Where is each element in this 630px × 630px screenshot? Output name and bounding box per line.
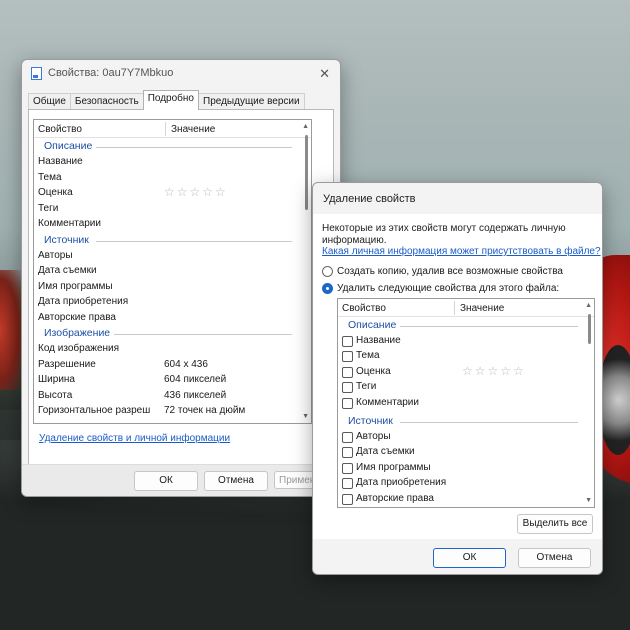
details-property-list[interactable]: Свойство Значение Описание Название Тема… <box>33 119 312 424</box>
tab-strip: Общие Безопасность Подробно Предыдущие в… <box>28 90 305 110</box>
list-item[interactable]: Комментарии <box>338 395 582 410</box>
column-separator[interactable] <box>454 301 455 315</box>
properties-footer: ОК Отмена Примен <box>22 464 340 496</box>
checkbox[interactable] <box>342 462 353 474</box>
list-item[interactable]: Дата съемки <box>338 444 582 459</box>
close-icon[interactable]: ✕ <box>319 66 330 82</box>
wallpaper-red-object <box>0 270 22 390</box>
scroll-down-icon[interactable]: ▼ <box>302 413 309 420</box>
ok-button[interactable]: ОК <box>134 471 198 491</box>
radio-remove-properties[interactable]: Удалить следующие свойства для этого фай… <box>322 283 559 294</box>
column-separator[interactable] <box>165 122 166 136</box>
list-item[interactable]: Высота 436 пикселей <box>34 388 297 404</box>
list-item[interactable]: Дата приобретения <box>34 294 297 310</box>
remove-property-list[interactable]: Свойство Значение Описание Название Тема… <box>337 298 595 508</box>
scroll-up-icon[interactable]: ▲ <box>302 123 309 130</box>
list-item[interactable]: Теги <box>34 201 297 217</box>
checkbox[interactable] <box>342 397 353 409</box>
list-item[interactable]: Авторы <box>338 429 582 444</box>
column-header-value[interactable]: Значение <box>171 124 215 135</box>
scrollbar-thumb[interactable] <box>588 314 591 344</box>
list-item[interactable]: Горизонтальное разреш 72 точек на дюйм <box>34 403 297 419</box>
list-item[interactable]: Название <box>34 154 297 170</box>
remove-dialog-body: Некоторые из этих свойств могут содержат… <box>313 214 602 539</box>
remove-dialog-footer: ОК Отмена <box>313 540 602 574</box>
list-header: Свойство Значение <box>34 120 311 138</box>
group-header: Описание <box>34 138 297 154</box>
list-header: Свойство Значение <box>338 299 594 317</box>
checkbox[interactable] <box>342 447 353 459</box>
rating-stars: ☆☆☆☆☆ <box>462 363 526 378</box>
scroll-down-icon[interactable]: ▼ <box>585 497 592 504</box>
list-item[interactable]: Код изображения <box>34 341 297 357</box>
properties-titlebar: Свойства: 0au7Y7Mbkuo <box>22 60 340 86</box>
remove-dialog-titlebar: Удаление свойств <box>313 183 602 214</box>
list-item[interactable]: Оценка ☆☆☆☆☆ <box>34 185 297 201</box>
list-item[interactable]: Тема <box>338 348 582 363</box>
list-item[interactable]: Разрешение 604 x 436 <box>34 357 297 373</box>
radio-button-icon[interactable] <box>322 266 333 277</box>
rating-stars[interactable]: ☆☆☆☆☆ <box>164 185 228 201</box>
group-header: Описание <box>338 317 582 333</box>
list-item[interactable]: Комментарии <box>34 216 297 232</box>
remove-dialog-title: Удаление свойств <box>323 192 416 205</box>
checkbox[interactable] <box>342 336 353 347</box>
checkbox[interactable] <box>342 366 353 378</box>
tab-security[interactable]: Безопасность <box>69 93 144 110</box>
cancel-button[interactable]: Отмена <box>518 548 591 568</box>
remove-properties-link[interactable]: Удаление свойств и личной информации <box>39 433 230 444</box>
tab-previous-versions[interactable]: Предыдущие версии <box>198 93 305 110</box>
list-item[interactable]: Ширина 604 пикселей <box>34 372 297 388</box>
ok-button[interactable]: ОК <box>433 548 506 568</box>
list-item[interactable]: Имя программы <box>338 460 582 475</box>
list-item[interactable]: Оценка ☆☆☆☆☆ <box>338 364 582 379</box>
list-item[interactable]: Авторы <box>34 248 297 264</box>
privacy-info-link[interactable]: Какая личная информация может присутство… <box>322 246 601 257</box>
cancel-button[interactable]: Отмена <box>204 471 268 491</box>
checkbox[interactable] <box>342 351 353 363</box>
group-header: Источник <box>34 232 297 248</box>
properties-title: Свойства: 0au7Y7Mbkuo <box>48 67 174 79</box>
list-item[interactable]: Название <box>338 333 582 348</box>
select-all-button[interactable]: Выделить все <box>517 514 593 534</box>
column-header-property[interactable]: Свойство <box>342 303 386 314</box>
list-item[interactable]: Авторские права <box>338 491 582 506</box>
checkbox[interactable] <box>342 493 353 505</box>
column-header-value[interactable]: Значение <box>460 303 504 314</box>
group-header: Источник <box>338 413 582 429</box>
radio-create-copy[interactable]: Создать копию, удалив все возможные свой… <box>322 266 563 277</box>
tab-general[interactable]: Общие <box>28 93 71 110</box>
checkbox[interactable] <box>342 478 353 490</box>
list-item[interactable]: Дата приобретения <box>338 475 582 490</box>
properties-window: Свойства: 0au7Y7Mbkuo ✕ Общие Безопаснос… <box>21 59 341 497</box>
list-item[interactable]: Имя программы <box>34 279 297 295</box>
group-header: Изображение <box>34 325 297 341</box>
checkbox[interactable] <box>342 431 353 443</box>
list-item[interactable]: Тема <box>34 170 297 186</box>
scroll-up-icon[interactable]: ▲ <box>585 302 592 309</box>
image-file-icon <box>31 66 42 80</box>
column-header-property[interactable]: Свойство <box>38 124 82 135</box>
checkbox[interactable] <box>342 382 353 394</box>
radio-button-selected-icon[interactable] <box>322 283 333 294</box>
list-item[interactable]: Теги <box>338 379 582 394</box>
privacy-note: Некоторые из этих свойств могут содержат… <box>322 223 566 246</box>
scrollbar-thumb[interactable] <box>305 135 308 210</box>
list-item[interactable]: Дата съемки <box>34 263 297 279</box>
remove-properties-dialog: Удаление свойств Некоторые из этих свойс… <box>312 182 603 575</box>
list-item[interactable]: Авторские права <box>34 310 297 326</box>
tab-details[interactable]: Подробно <box>142 90 199 110</box>
